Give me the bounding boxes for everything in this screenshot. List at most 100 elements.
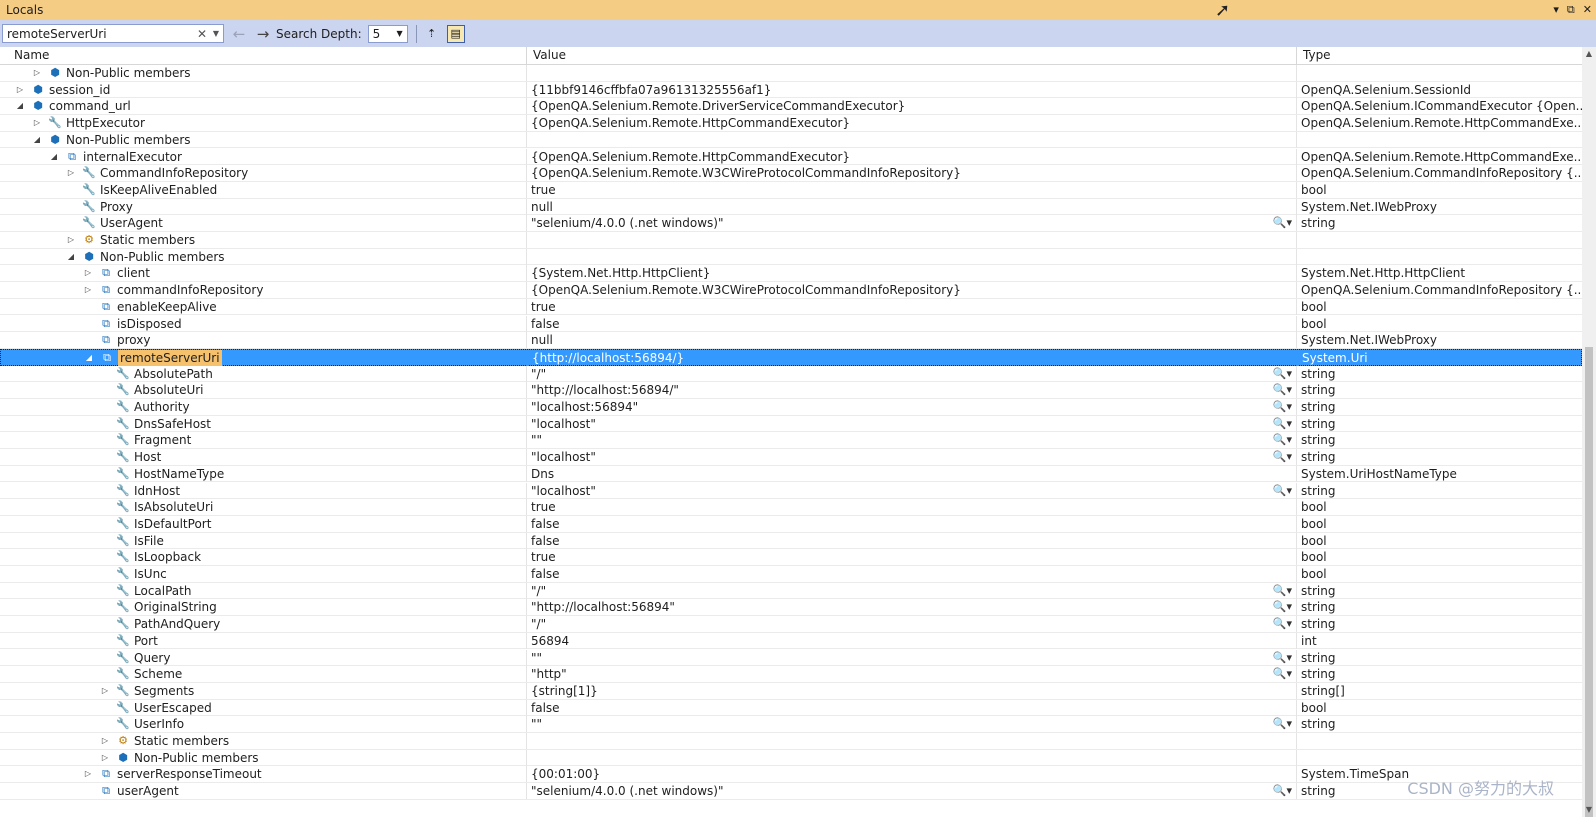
variable-row[interactable]: 🔧 Host "localhost" 🔍▾ string — [0, 449, 1582, 466]
variable-row[interactable]: ⧉ isDisposed false bool — [0, 315, 1582, 333]
text-visualizer-icon[interactable]: 🔍▾ — [1273, 449, 1292, 465]
value-cell[interactable]: {00:01:00} — [527, 766, 1297, 783]
variable-row[interactable]: 🔧 DnsSafeHost "localhost" 🔍▾ string — [0, 415, 1582, 433]
variable-row[interactable]: ▷ ⬢ session_id {11bbf9146cffbfa07a961313255… — [0, 81, 1582, 99]
variable-row[interactable]: ◢ ⬢ command_url {OpenQA.Selenium.Remote.Dri… — [0, 98, 1582, 116]
filter-pin-icon[interactable]: ⇡ — [423, 25, 441, 43]
value-cell[interactable]: "http://localhost:56894" 🔍▾ — [527, 599, 1297, 616]
value-cell[interactable] — [527, 749, 1297, 766]
text-visualizer-icon[interactable]: 🔍▾ — [1273, 416, 1292, 432]
expand-arrow-icon[interactable]: ▷ — [100, 750, 110, 766]
variable-row[interactable]: 🔧 AbsolutePath "/" 🔍▾ string — [0, 365, 1582, 383]
collapse-arrow-icon[interactable]: ◢ — [15, 98, 25, 114]
value-cell[interactable]: {OpenQA.Selenium.Remote.W3CWireProtocolC… — [527, 282, 1297, 299]
value-cell[interactable]: "http://localhost:56894/" 🔍▾ — [527, 382, 1297, 399]
variable-row[interactable]: ◢ ⧉ internalExecutor {OpenQA.Selenium.Remot… — [0, 148, 1582, 166]
variable-row[interactable]: 🔧 AbsoluteUri "http://localhost:56894/" 🔍▾ s… — [0, 382, 1582, 399]
value-cell[interactable]: {11bbf9146cffbfa07a96131325556af1} — [527, 81, 1297, 98]
search-back-icon[interactable]: ← — [230, 25, 248, 43]
value-cell[interactable]: "localhost" 🔍▾ — [527, 449, 1297, 466]
variable-row[interactable]: 🔧 UserEscaped false bool — [0, 699, 1582, 717]
value-cell[interactable]: {http://localhost:56894/} — [528, 349, 1298, 366]
variable-row[interactable]: ▷ 🔧 CommandInfoRepository {OpenQA.Selenium.… — [0, 165, 1582, 182]
text-visualizer-icon[interactable]: 🔍▾ — [1273, 783, 1292, 799]
scrollbar-thumb[interactable] — [1585, 347, 1593, 817]
text-visualizer-icon[interactable]: 🔍▾ — [1273, 215, 1292, 231]
value-cell[interactable]: "" 🔍▾ — [527, 432, 1297, 449]
variable-row[interactable]: 🔧 IsUnc false bool — [0, 566, 1582, 583]
variable-row[interactable]: ◢ ⬢ Non-Public members — [0, 248, 1582, 266]
variable-row[interactable]: 🔧 IsFile false bool — [0, 532, 1582, 550]
column-header-type[interactable]: Type — [1297, 47, 1582, 64]
value-cell[interactable] — [527, 65, 1297, 81]
value-cell[interactable]: {OpenQA.Selenium.Remote.HttpCommandExecu… — [527, 148, 1297, 165]
variable-row[interactable]: 🔧 Query "" 🔍▾ string — [0, 649, 1582, 667]
text-visualizer-icon[interactable]: 🔍▾ — [1273, 483, 1292, 499]
variable-row[interactable]: ▷ ⧉ commandInfoRepository {OpenQA.Selenium.… — [0, 282, 1582, 299]
value-cell[interactable]: "" 🔍▾ — [527, 649, 1297, 666]
text-visualizer-icon[interactable]: 🔍▾ — [1273, 382, 1292, 398]
window-float-icon[interactable]: ⧉ — [1567, 0, 1575, 20]
text-visualizer-icon[interactable]: 🔍▾ — [1273, 716, 1292, 732]
text-visualizer-icon[interactable]: 🔍▾ — [1273, 432, 1292, 448]
variable-row[interactable]: 🔧 Port 56894 int — [0, 632, 1582, 650]
column-header-value[interactable]: Value — [527, 47, 1297, 64]
value-cell[interactable]: {OpenQA.Selenium.Remote.HttpCommandExecu… — [527, 115, 1297, 132]
variable-row[interactable]: ⧉ enableKeepAlive true bool — [0, 298, 1582, 316]
variable-row[interactable]: 🔧 Fragment "" 🔍▾ string — [0, 432, 1582, 450]
variable-row[interactable]: 🔧 LocalPath "/" 🔍▾ string — [0, 582, 1582, 600]
value-cell[interactable]: false — [527, 566, 1297, 582]
value-cell[interactable]: true — [527, 499, 1297, 516]
variable-row[interactable]: 🔧 Proxy null System.Net.IWebProxy — [0, 198, 1582, 216]
value-cell[interactable]: {System.Net.Http.HttpClient} — [527, 265, 1297, 282]
value-cell[interactable]: "http" 🔍▾ — [527, 666, 1297, 683]
value-cell[interactable]: "/" 🔍▾ — [527, 365, 1297, 382]
variable-row[interactable]: 🔧 Scheme "http" 🔍▾ string — [0, 666, 1582, 683]
value-cell[interactable]: true — [527, 298, 1297, 315]
value-cell[interactable] — [527, 232, 1297, 248]
variable-row[interactable]: 🔧 IsKeepAliveEnabled true bool — [0, 181, 1582, 199]
value-cell[interactable]: false — [527, 315, 1297, 332]
window-options-icon[interactable]: ▾ — [1553, 0, 1559, 20]
value-cell[interactable]: false — [527, 699, 1297, 716]
value-cell[interactable]: "selenium/4.0.0 (.net windows)" 🔍▾ — [527, 215, 1297, 232]
variable-row[interactable]: 🔧 OriginalString "http://localhost:56894" 🔍… — [0, 599, 1582, 617]
value-cell[interactable] — [527, 131, 1297, 148]
window-close-icon[interactable]: ✕ — [1583, 0, 1592, 20]
variable-row[interactable]: 🔧 UserInfo "" 🔍▾ string — [0, 716, 1582, 733]
value-cell[interactable]: "selenium/4.0.0 (.net windows)" 🔍▾ — [527, 783, 1297, 800]
vertical-scrollbar[interactable]: ▲ ▼ — [1582, 47, 1596, 817]
value-cell[interactable] — [527, 248, 1297, 265]
view-format-icon[interactable]: ▤ — [446, 24, 465, 43]
search-history-dropdown-icon[interactable]: ▼ — [209, 29, 223, 38]
expand-arrow-icon[interactable]: ▷ — [100, 733, 110, 749]
variable-row[interactable]: 🔧 IsDefaultPort false bool — [0, 515, 1582, 533]
variable-row[interactable]: 🔧 UserAgent "selenium/4.0.0 (.net windows)… — [0, 215, 1582, 232]
expand-arrow-icon[interactable]: ▷ — [15, 82, 25, 98]
scroll-down-icon[interactable]: ▼ — [1582, 803, 1596, 817]
variable-row[interactable]: ▷ ⚙ Static members — [0, 232, 1582, 249]
variable-row[interactable]: ▷ ⧉ serverResponseTimeout {00:01:00} System.… — [0, 766, 1582, 784]
value-cell[interactable]: {OpenQA.Selenium.Remote.W3CWireProtocolC… — [527, 165, 1297, 182]
search-depth-select[interactable]: 5 ▼ — [367, 24, 408, 43]
variable-row[interactable]: ▷ ⬢ Non-Public members — [0, 749, 1582, 767]
value-cell[interactable]: "/" 🔍▾ — [527, 616, 1297, 633]
variable-row[interactable]: 🔧 IsLoopback true bool — [0, 549, 1582, 566]
expand-arrow-icon[interactable]: ▷ — [66, 165, 76, 181]
expand-arrow-icon[interactable]: ▷ — [83, 766, 93, 782]
value-cell[interactable]: null — [527, 332, 1297, 349]
search-input-text[interactable]: remoteServerUri — [7, 27, 195, 41]
variable-row[interactable]: ▷ 🔧 HttpExecutor {OpenQA.Selenium.Remote.Ht… — [0, 115, 1582, 132]
variable-row[interactable]: ⧉ userAgent "selenium/4.0.0 (.net windows)… — [0, 783, 1582, 800]
value-cell[interactable]: "localhost:56894" 🔍▾ — [527, 399, 1297, 415]
value-cell[interactable]: null — [527, 198, 1297, 215]
scroll-up-icon[interactable]: ▲ — [1582, 47, 1596, 61]
text-visualizer-icon[interactable]: 🔍▾ — [1273, 616, 1292, 632]
expand-arrow-icon[interactable]: ▷ — [83, 265, 93, 281]
text-visualizer-icon[interactable]: 🔍▾ — [1273, 399, 1292, 415]
text-visualizer-icon[interactable]: 🔍▾ — [1273, 599, 1292, 615]
collapse-arrow-icon[interactable]: ◢ — [84, 350, 94, 366]
search-forward-icon[interactable]: → — [254, 25, 272, 43]
text-visualizer-icon[interactable]: 🔍▾ — [1273, 583, 1292, 599]
collapse-arrow-icon[interactable]: ◢ — [32, 132, 42, 148]
